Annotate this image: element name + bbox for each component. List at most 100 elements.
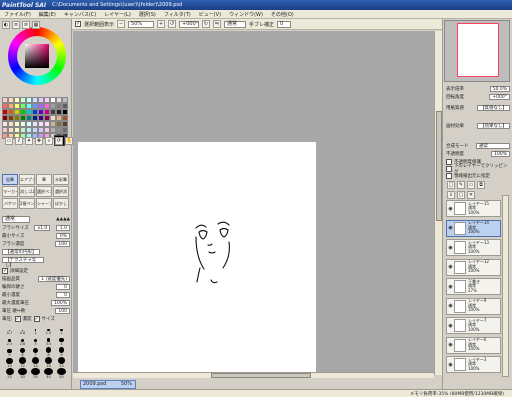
new-layer-icon[interactable]: □ (447, 181, 455, 189)
delete-layer-icon[interactable]: ✕ (467, 191, 475, 199)
protect-opacity-checkbox[interactable] (446, 158, 452, 165)
palette-tab-icon[interactable]: ▦ (32, 21, 40, 29)
clear-layer-icon[interactable]: ▢ (457, 191, 465, 199)
size-preset[interactable]: 0.7 (3, 324, 16, 335)
brush-tool[interactable]: バケツ (2, 198, 18, 209)
brush-tool[interactable]: 水彩筆 (53, 174, 69, 185)
size-preset[interactable]: 10 (3, 357, 16, 368)
angle-field[interactable]: +000° (179, 20, 200, 28)
layer-item[interactable]: ◉ 下書き 通常 27% (446, 278, 501, 295)
size-preset[interactable]: 20 (55, 357, 68, 368)
navigator-preview[interactable] (444, 20, 510, 82)
saturation-value-square[interactable] (25, 44, 49, 68)
color-wheel[interactable] (8, 27, 66, 85)
mode-select[interactable]: 通常 (224, 20, 247, 28)
size-preset[interactable]: 2 (55, 324, 68, 335)
pressure-size-checkbox[interactable]: ✓ (33, 315, 40, 322)
rotate-tool-icon[interactable]: ⟳ (55, 137, 63, 145)
zoom-field[interactable]: 50% (128, 20, 155, 28)
brush-tool[interactable]: 消しゴム (19, 186, 35, 197)
hard-soft-value[interactable]: 100 (55, 307, 70, 314)
size-preset[interactable]: 30 (16, 368, 29, 379)
brush-tool[interactable]: マーカー (2, 186, 18, 197)
size-preset[interactable]: 14 (29, 357, 42, 368)
rotate-left-icon[interactable]: ↺ (168, 20, 177, 28)
edge-hardness-value[interactable]: 0 (56, 283, 70, 290)
zoom-tool-icon[interactable]: ⌕ (45, 137, 53, 145)
size-preset[interactable]: 1.5 (42, 324, 55, 335)
size-preset[interactable]: 50 (55, 368, 68, 379)
canvas-paper[interactable] (78, 142, 316, 375)
size-preset[interactable]: 25 (3, 368, 16, 379)
layer-scrollbar[interactable] (502, 195, 509, 377)
size-preset[interactable]: 8 (42, 346, 55, 357)
move-icon[interactable]: ✥ (35, 137, 43, 145)
menu-filter[interactable]: フィルタ(T) (164, 11, 191, 18)
size-preset[interactable]: 16 (42, 357, 55, 368)
layer-item[interactable]: ◉ レイヤー7 通常 100% (446, 317, 501, 334)
brush-tool[interactable]: エアブラシ (19, 174, 35, 185)
nav-zoom-value[interactable]: 50.0% (489, 85, 510, 92)
size-preset[interactable]: 0.8 (16, 324, 29, 335)
canvas-horizontal-scrollbar[interactable] (73, 372, 434, 378)
size-preset[interactable]: 1 (29, 324, 42, 335)
menu-window[interactable]: ウィンドウ(W) (229, 11, 263, 18)
menu-other[interactable]: その他(O) (271, 11, 294, 18)
size-preset[interactable]: 9 (55, 346, 68, 357)
size-preset[interactable]: 2.3 (3, 335, 16, 346)
selection-source-checkbox[interactable] (446, 172, 452, 179)
brush-tool[interactable]: 選択消 (53, 186, 69, 197)
visibility-eye-icon[interactable]: ◉ (447, 318, 454, 333)
rgb-slider-tab-icon[interactable]: ≡ (12, 21, 20, 29)
zoom-out-icon[interactable]: − (117, 20, 126, 28)
merge-down-icon[interactable]: ⇓ (447, 191, 455, 199)
detail-settings-checkbox[interactable]: ✓ (2, 267, 8, 274)
visibility-eye-icon[interactable]: ◉ (447, 240, 454, 255)
brush-tool[interactable]: 2値ペン (19, 198, 35, 209)
size-preset[interactable]: 40 (42, 368, 55, 379)
size-preset[interactable]: 6 (16, 346, 29, 357)
menu-canvas[interactable]: キャンバス(C) (64, 11, 96, 18)
navigator-view-rect[interactable] (457, 23, 499, 77)
brush-mode-select[interactable]: 通常 (2, 216, 30, 223)
rect-select-icon[interactable]: ▭ (5, 137, 13, 145)
quality-select[interactable]: 1 (速度優先) (38, 275, 70, 282)
visibility-eye-icon[interactable]: ◉ (447, 299, 454, 314)
brush-tool[interactable]: 選択ペン (36, 186, 52, 197)
hsv-slider-tab-icon[interactable]: ≡ (22, 21, 30, 29)
layer-item[interactable]: ◉ レイヤー13 通常 100% (446, 239, 501, 256)
layer-item[interactable]: ◉ レイヤー12 通常 100% (446, 258, 501, 276)
layer-item[interactable]: ◉ レイヤー15 通常 100% (446, 200, 501, 217)
flip-icon[interactable]: ⇋ (213, 20, 222, 28)
max-pressure-value[interactable]: 100% (51, 299, 70, 306)
brush-tool[interactable]: シャープ (36, 198, 52, 209)
document-tab[interactable]: 2009.psd 50% (80, 380, 136, 389)
opacity-value[interactable]: 100% (491, 150, 510, 157)
zoom-in-icon[interactable]: + (157, 20, 166, 28)
menu-edit[interactable]: 編集(E) (39, 11, 56, 18)
layer-item[interactable]: ◉ レイヤー3 通常 100% (446, 356, 501, 373)
visibility-eye-icon[interactable]: ◉ (447, 279, 454, 294)
clipping-checkbox[interactable] (446, 165, 452, 172)
magic-wand-icon[interactable]: ✦ (25, 137, 33, 145)
brush-shape-select[interactable]: 【通常の円形】 (2, 248, 40, 255)
layer-item[interactable]: ◉ レイヤー6 通常 100% (446, 336, 501, 354)
size-preset[interactable]: 3.5 (42, 335, 55, 346)
hscroll-thumb[interactable] (211, 373, 311, 378)
canvas-vertical-scrollbar[interactable] (434, 31, 442, 375)
color-wheel-tab-icon[interactable]: ◐ (2, 21, 10, 29)
new-linework-layer-icon[interactable]: ✎ (457, 181, 465, 189)
new-folder-icon[interactable]: ▭ (467, 181, 475, 189)
size-preset[interactable]: 5 (3, 346, 16, 357)
layer-item[interactable]: ◉ レイヤー14 通常 100% (446, 219, 501, 237)
brush-tip-shapes[interactable]: ▲▲▲▲ (56, 217, 70, 222)
brush-tool[interactable]: 筆 (36, 174, 52, 185)
brush-density-value[interactable]: 100 (55, 240, 70, 247)
copy-layer-icon[interactable]: ⧉ (477, 181, 485, 189)
visibility-eye-icon[interactable]: ◉ (447, 201, 454, 216)
brush-size-value[interactable]: 1.0 (55, 224, 70, 231)
pressure-density-checkbox[interactable]: ✓ (14, 315, 21, 322)
size-preset[interactable]: 12 (16, 357, 29, 368)
size-preset[interactable]: 4 (55, 335, 68, 346)
size-preset[interactable]: 3 (29, 335, 42, 346)
